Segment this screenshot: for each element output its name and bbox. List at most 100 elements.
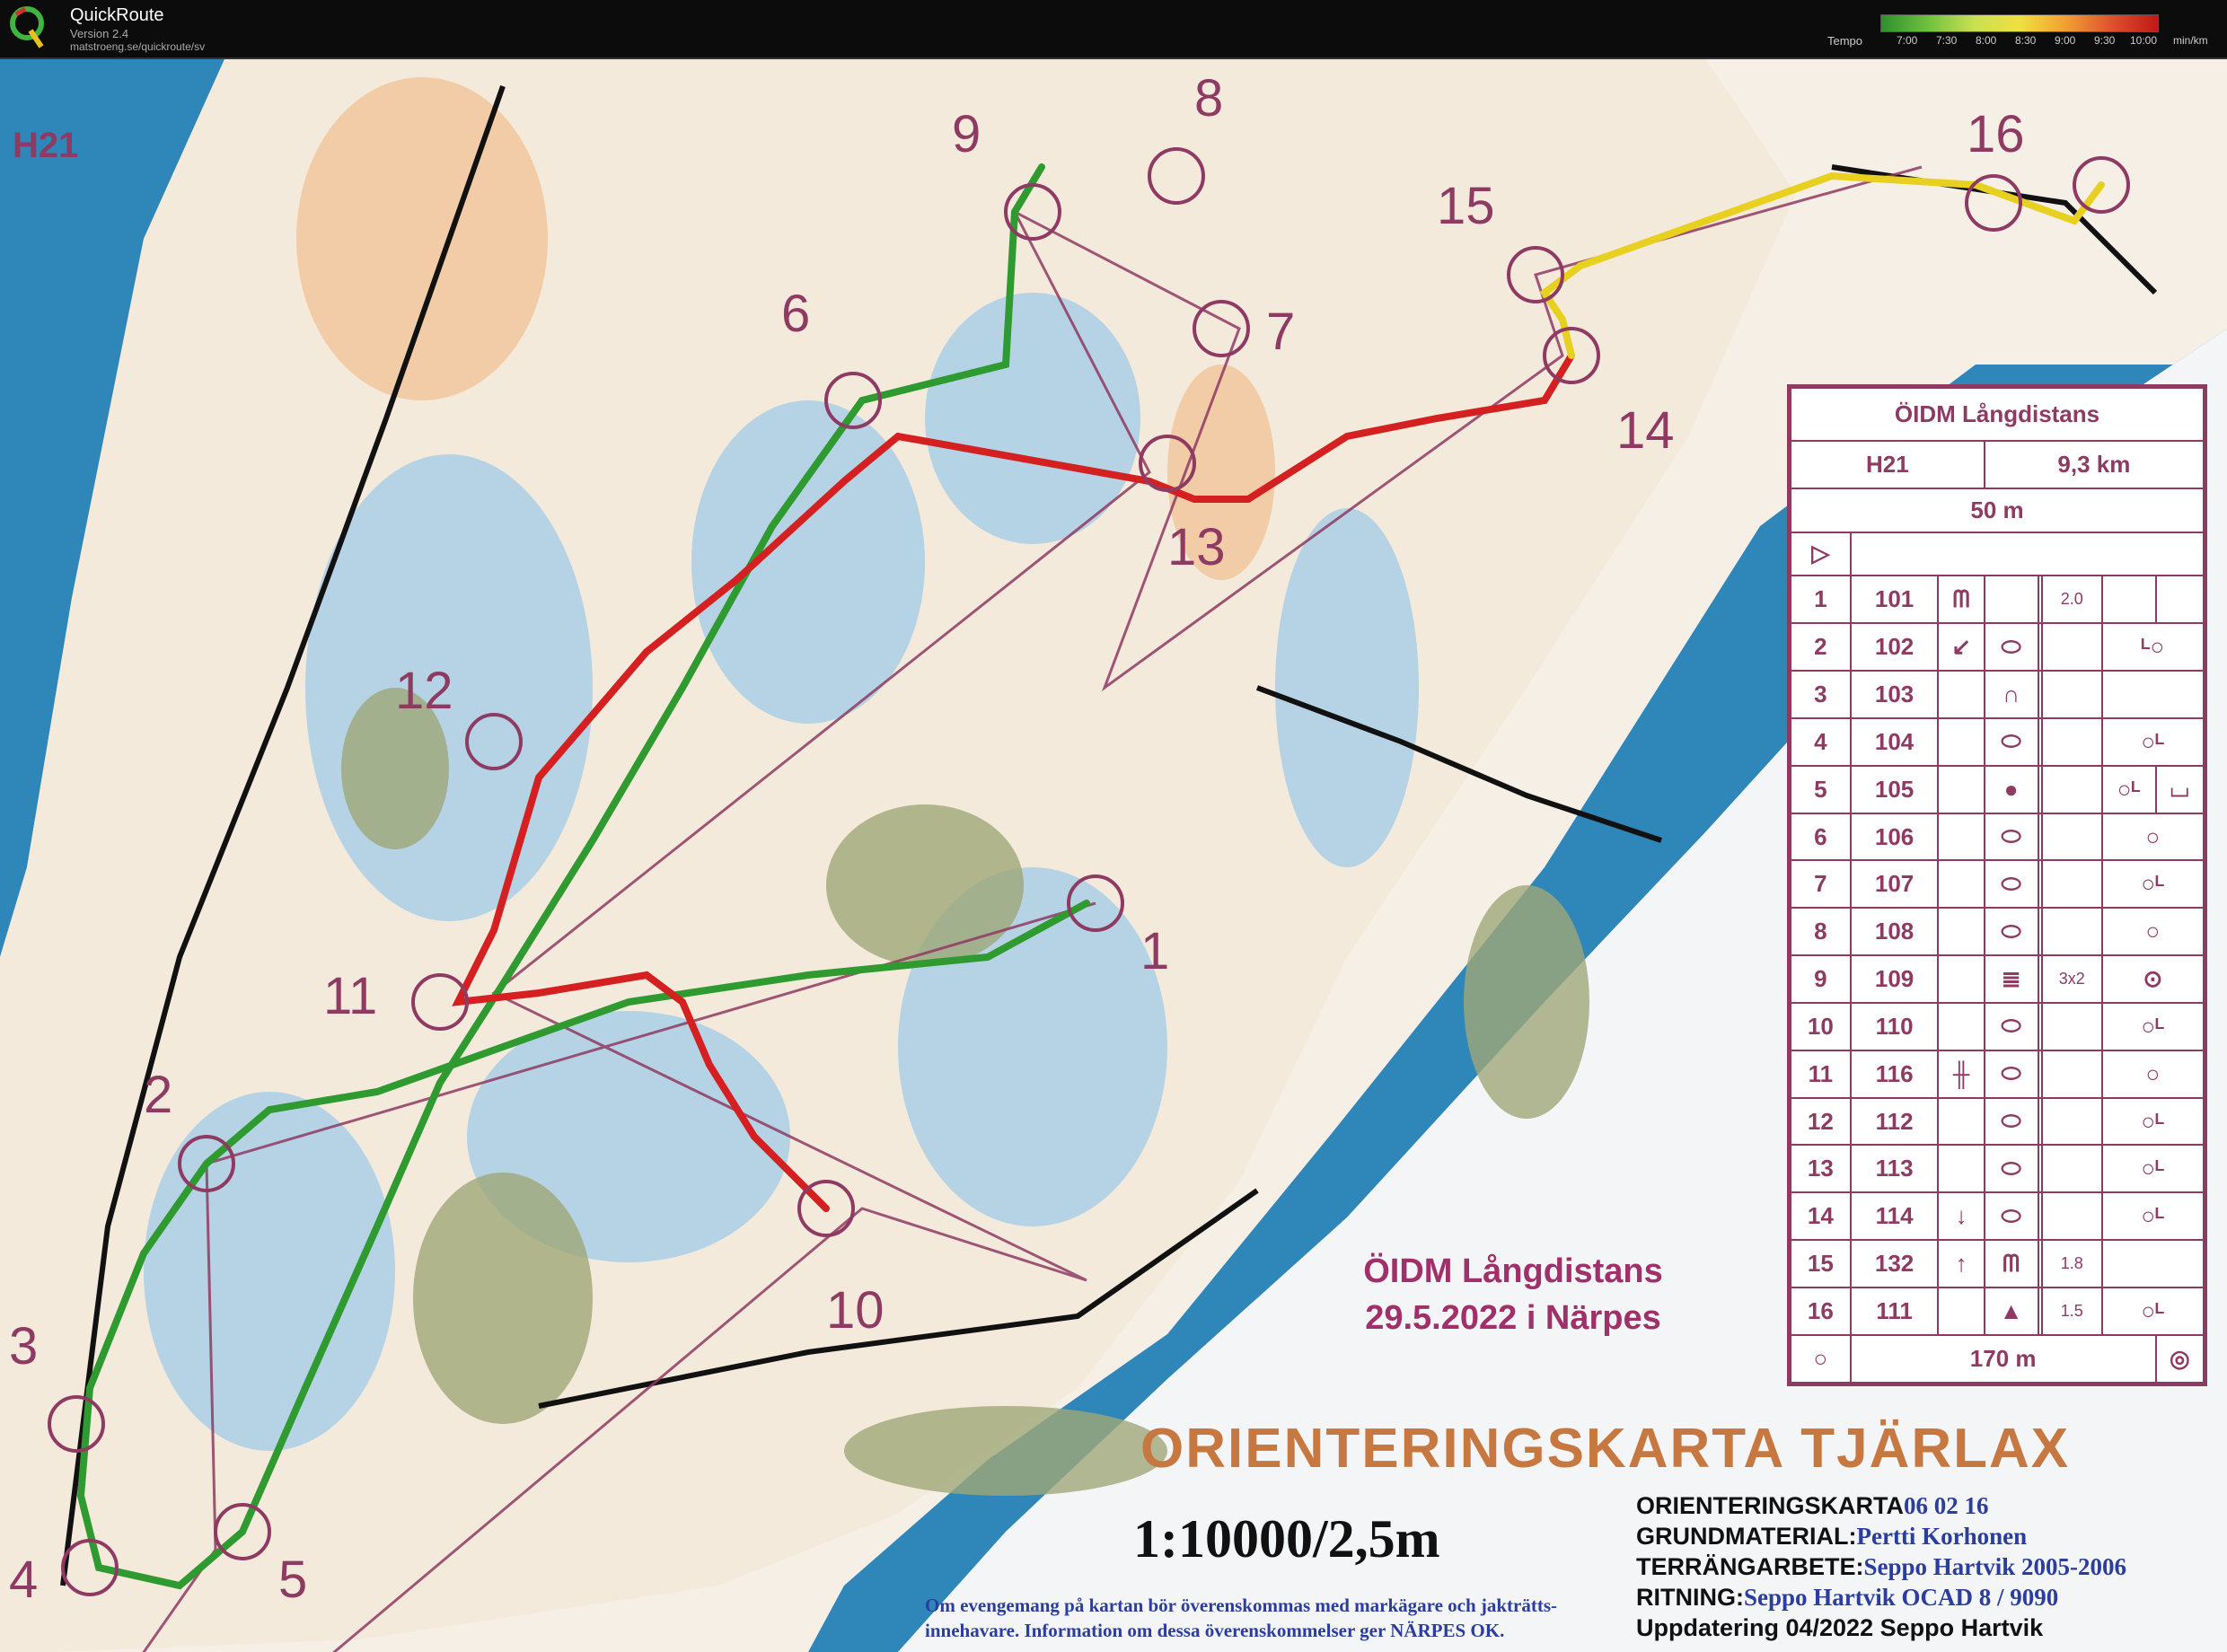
desc-row-extra: 3x2 [2040,954,2103,1004]
tempo-tick: 10:00 [2130,34,2158,47]
desc-row-num: 13 [1790,1144,1852,1194]
feature-icon: ᗰ [1937,575,1985,625]
location-icon: ○ [2100,907,2205,957]
tempo-tick: 8:30 [2015,34,2037,47]
quickroute-logo-icon [10,6,44,48]
desc-row-num: 8 [1790,907,1852,957]
desc-row-extra: 2.0 [2040,575,2103,625]
desc-row-code: 107 [1849,859,1940,909]
desc-start-tape: 50 m [1790,487,2205,533]
control-number: 10 [826,1281,885,1340]
control-number: 8 [1194,69,1224,127]
desc-row-code: 109 [1849,954,1940,1004]
desc-cell [1937,1287,1985,1336]
desc-row-num: 16 [1790,1287,1852,1336]
desc-row-code: 112 [1849,1096,1940,1147]
desc-cell [1937,812,1985,862]
feature-icon: ⬭ [1983,1049,2039,1099]
desc-cell [1937,764,1985,814]
desc-title: ÖIDM Långdistans [1790,387,2205,442]
tempo-tick: 7:00 [1897,34,1918,47]
control-description-sheet: ÖIDM Långdistans H21 9,3 km 50 m ▷ 1 101 ᗰ… [1787,384,2207,1386]
location-icon: ○ᴸ [2100,1096,2205,1147]
desc-cell [2100,670,2205,719]
feature-icon: ⬭ [1983,1096,2039,1147]
event-title: ÖIDM Långdistans 29.5.2022 i Närpes [1325,1248,1702,1341]
desc-row-extra [2040,859,2103,909]
feature-icon: ⬭ [1983,1191,2039,1242]
desc-row-extra [2040,812,2103,862]
feature-icon: ᗰ [1983,1239,2039,1289]
location-icon: ○ᴸ [2100,859,2205,909]
orienteering-map[interactable]: 1 2 3 4 5 6 7 8 9 10 11 12 13 14 15 16 H… [0,59,2227,1652]
desc-row-extra [2040,622,2103,672]
desc-row-num: 4 [1790,716,1852,767]
desc-row-extra [2040,1049,2103,1099]
event-title-line: ÖIDM Långdistans [1363,1252,1663,1290]
desc-row-num: 14 [1790,1191,1852,1242]
feature-icon: ⬭ [1983,907,2039,957]
credit-line: ORIENTERINGSKARTA06 02 16 [1636,1492,1989,1519]
location-icon: ᴸ○ [2100,622,2205,672]
desc-row-extra [2040,1191,2103,1242]
credit-line: GRUNDMATERIAL:Pertti Korhonen [1636,1523,2028,1550]
feature-icon: ⬭ [1983,812,2039,862]
feature-icon: ⬭ [1983,716,2039,767]
desc-cell [1937,1096,1985,1147]
desc-row-extra [2040,1001,2103,1051]
feature-icon: ● [1983,764,2039,814]
landowner-notice: Om evengemang på kartan bör överenskomma… [925,1593,1625,1643]
credit-line: Uppdatering 04/2022 Seppo Hartvik [1636,1614,2044,1641]
desc-row-num: 11 [1790,1049,1852,1099]
event-title-line: 29.5.2022 i Närpes [1365,1299,1661,1337]
desc-cell [1937,1001,1985,1051]
desc-row-num: 10 [1790,1001,1852,1051]
desc-row-extra [2040,907,2103,957]
desc-row-code: 102 [1849,622,1940,672]
location-icon: ○ [2100,812,2205,862]
control-number: 14 [1616,401,1675,460]
control-number: 12 [395,662,453,720]
desc-row-code: 105 [1849,764,1940,814]
finish-icon: ◎ [2154,1333,2205,1384]
feature-icon: ⬭ [1983,622,2039,672]
control-number: 16 [1967,105,2025,163]
desc-class: H21 [1790,439,1985,489]
location-icon: ○ᴸ [2100,764,2157,814]
desc-row-extra [2040,1096,2103,1147]
start-triangle-icon: ▷ [1790,531,1852,577]
desc-row-extra: 1.5 [2040,1287,2103,1336]
control-number: 6 [781,285,811,343]
feature-icon: ▲ [1983,1287,2039,1336]
desc-row-extra [2040,670,2103,719]
desc-row-num: 2 [1790,622,1852,672]
desc-row-code: 113 [1849,1144,1940,1194]
desc-row-code: 116 [1849,1049,1940,1099]
location-icon: ○ᴸ [2100,1191,2205,1242]
desc-cell [1937,670,1985,719]
location-icon: ○ᴸ [2100,716,2205,767]
feature-icon: ≣ [1983,954,2039,1004]
desc-cell [1937,1144,1985,1194]
desc-row-extra [2040,716,2103,767]
feature-icon: ∩ [1983,670,2039,719]
desc-cell [1937,716,1985,767]
desc-row-code: 132 [1849,1239,1940,1289]
arrow-down-icon: ↓ [1937,1191,1985,1242]
tempo-unit: min/km [2173,34,2208,47]
feature-icon: ⬭ [1983,1144,2039,1194]
control-number: 1 [1140,922,1170,980]
credit-line: TERRÄNGARBETE:Seppo Hartvik 2005-2006 [1636,1553,2127,1580]
desc-row-num: 3 [1790,670,1852,719]
feature-icon: ⬭ [1983,859,2039,909]
location-icon: ⊙ [2100,954,2205,1004]
desc-row-code: 111 [1849,1287,1940,1336]
desc-row-code: 101 [1849,575,1940,625]
location-icon: ○ᴸ [2100,1287,2205,1336]
tempo-tick: 8:00 [1976,34,1997,47]
tempo-tick: 9:00 [2055,34,2076,47]
app-url[interactable]: matstroeng.se/quickroute/sv [70,40,205,53]
control-number: 4 [9,1551,39,1609]
control-number: 3 [9,1317,39,1375]
app-name: QuickRoute [70,5,164,25]
